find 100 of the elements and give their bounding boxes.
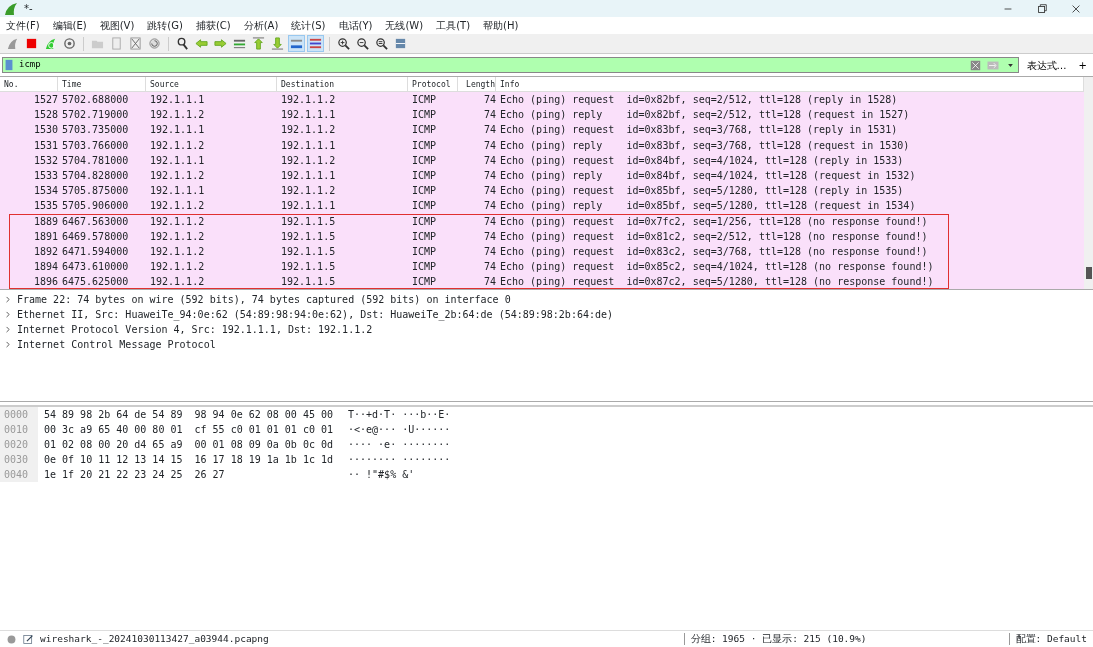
table-cell-text: 192.1.1.2 <box>280 184 337 199</box>
table-cell-text: 1527 <box>32 93 58 108</box>
colored-lines-icon <box>309 37 322 50</box>
table-cell-text: 6471.594000 <box>61 244 130 259</box>
table-cell-text: 74 <box>482 214 496 229</box>
table-cell-text: 1532 <box>32 153 58 168</box>
packet-row[interactable]: 1530 5703.735000 192.1.1.1 192.1.1.2 ICMP 74 Echo (ping) request id=0x83bf, seq=3/768, ttl=128 (reply in 1531) <box>0 122 1084 138</box>
add-filter-button[interactable]: + <box>1074 57 1091 73</box>
table-cell-text: Echo (ping) request id=0x87c2, seq=5/1280, ttl=128 (no response found!) <box>499 275 935 289</box>
table-cell-text: 192.1.1.2 <box>280 123 337 138</box>
scroll-list-button[interactable] <box>288 35 305 52</box>
expression-button[interactable]: 表达式… <box>1022 57 1071 73</box>
column-header[interactable]: No. <box>0 77 58 91</box>
hex-bytes: 1e 1f 20 21 22 23 24 25 26 27 <box>43 468 226 482</box>
table-cell-text: 1892 <box>32 244 58 259</box>
packet-row[interactable]: 1527 5702.688000 192.1.1.1 192.1.1.2 ICMP 74 Echo (ping) request id=0x82bf, seq=2/512, ttl=128 (reply in 1528) <box>0 92 1084 108</box>
close-file-icon <box>129 37 142 50</box>
menu-item[interactable]: 分析(A) <box>243 18 286 33</box>
table-cell-text: 5705.875000 <box>61 184 130 199</box>
detail-item[interactable]: Internet Protocol Version 4, Src: 192.1.1.1, Dst: 192.1.1.2 <box>17 322 373 337</box>
table-cell-text: Echo (ping) request id=0x82bf, seq=2/512, ttl=128 (reply in 1528) <box>499 93 899 108</box>
menu-item[interactable]: 视图(V) <box>99 18 142 33</box>
detail-item[interactable]: Internet Control Message Protocol <box>17 337 216 352</box>
resize-columns-icon <box>394 37 407 50</box>
menu-item[interactable]: 帮助(H) <box>483 18 526 33</box>
table-cell-text: Echo (ping) request id=0x85c2, seq=4/1024, ttl=128 (no response found!) <box>499 260 935 275</box>
ascii-text: ···· ·e· ········ <box>348 438 451 452</box>
menu-item[interactable]: 跳转(G) <box>147 18 190 33</box>
colored-lines-button[interactable] <box>307 35 324 52</box>
table-cell-text: 192.1.1.2 <box>149 260 206 275</box>
hex-bytes: 54 89 98 2b 64 de 54 89 98 94 0e 62 08 00 45 00 <box>43 408 334 422</box>
table-cell-text: 192.1.1.5 <box>280 275 337 289</box>
menu-item[interactable]: 无线(W) <box>385 18 431 33</box>
table-cell-text: 74 <box>482 138 496 153</box>
detail-item[interactable]: Ethernet II, Src: HuaweiTe_94:0e:62 (54:89:98:94:0e:62), Dst: HuaweiTe_2b:64:de (54:89:98:2b:64:de) <box>17 307 614 322</box>
window-title: *- <box>24 2 33 16</box>
menu-item[interactable]: 统计(S) <box>291 18 333 33</box>
packet-row[interactable]: 1535 5705.906000 192.1.1.2 192.1.1.1 ICMP 74 Echo (ping) reply id=0x85bf, seq=5/1280, ttl=128 (request in 1534) <box>0 198 1084 214</box>
table-cell-text: 1534 <box>32 184 58 199</box>
table-cell-text: ICMP <box>411 153 438 168</box>
table-cell-text: ICMP <box>411 123 438 138</box>
table-cell-text: 192.1.1.2 <box>149 214 206 229</box>
table-cell-text: ICMP <box>411 108 438 123</box>
filter-input[interactable]: icmp <box>15 58 970 72</box>
table-cell-text: 192.1.1.5 <box>280 244 337 259</box>
column-header[interactable]: Destination <box>277 77 408 91</box>
table-cell-text: 192.1.1.1 <box>280 108 337 123</box>
ascii-text: ·· !"#$% &' <box>348 468 415 482</box>
table-cell-text: 5702.688000 <box>61 93 130 108</box>
packet-row[interactable]: 1894 6473.610000 192.1.1.2 192.1.1.5 ICMP 74 Echo (ping) request id=0x85c2, seq=4/1024, ttl=128 (no response found!) <box>0 259 1084 275</box>
table-cell-text: Echo (ping) request id=0x81c2, seq=2/512, ttl=128 (no response found!) <box>499 229 929 244</box>
filter-field[interactable]: icmp <box>2 57 1019 73</box>
packet-row[interactable]: 1534 5705.875000 192.1.1.1 192.1.1.2 ICMP 74 Echo (ping) request id=0x85bf, seq=5/1280, ttl=128 (reply in 1535) <box>0 183 1084 199</box>
menu-item[interactable]: 工具(T) <box>436 18 478 33</box>
table-cell-text: Echo (ping) reply id=0x83bf, seq=3/768, ttl=128 (request in 1530) <box>499 138 911 153</box>
table-cell-text: 5703.735000 <box>61 123 130 138</box>
column-header[interactable]: Protocol <box>408 77 458 91</box>
table-cell-text: Echo (ping) reply id=0x82bf, seq=2/512, ttl=128 (request in 1527) <box>499 108 911 123</box>
column-header[interactable]: Source <box>146 77 277 91</box>
menu-item[interactable]: 编辑(E) <box>52 18 94 33</box>
table-cell-text: 74 <box>482 108 496 123</box>
table-cell-text: 1530 <box>32 123 58 138</box>
table-cell-text: 5703.766000 <box>61 138 130 153</box>
up-arrow-icon <box>252 37 265 50</box>
reload-icon <box>148 37 161 50</box>
packet-row[interactable]: 1528 5702.719000 192.1.1.2 192.1.1.1 ICMP 74 Echo (ping) reply id=0x82bf, seq=2/512, ttl=128 (request in 1527) <box>0 107 1084 123</box>
menu-item[interactable]: 捕获(C) <box>195 18 238 33</box>
table-cell-text: Echo (ping) reply id=0x85bf, seq=5/1280, ttl=128 (request in 1534) <box>499 199 917 214</box>
table-cell-text: 74 <box>482 184 496 199</box>
down-arrow-button[interactable] <box>269 35 286 52</box>
table-cell-text: 192.1.1.1 <box>149 153 206 168</box>
table-cell-text: ICMP <box>411 199 438 214</box>
zoom-reset-button[interactable] <box>373 35 390 52</box>
table-cell-text: 1896 <box>32 275 58 289</box>
table-cell-text: ICMP <box>411 214 438 229</box>
detail-item[interactable]: Frame 22: 74 bytes on wire (592 bits), 74 bytes captured (592 bits) on interface 0 <box>17 292 511 307</box>
table-cell-text: 74 <box>482 244 496 259</box>
table-cell-text: 192.1.1.2 <box>280 153 337 168</box>
table-cell-text: 1894 <box>32 260 58 275</box>
table-cell-text: Echo (ping) request id=0x83c2, seq=3/768, ttl=128 (no response found!) <box>499 244 929 259</box>
reload-button[interactable] <box>146 35 163 52</box>
zoom-out-button[interactable] <box>354 35 371 52</box>
scrollbar-thumb[interactable] <box>1086 267 1092 279</box>
restore-icon <box>1036 2 1048 15</box>
menu-item[interactable]: 文件(F) <box>6 18 47 33</box>
hex-offset: 0000 <box>0 407 38 422</box>
table-cell-text: ICMP <box>411 138 438 153</box>
table-cell-text: 192.1.1.1 <box>280 138 337 153</box>
zoom-in-button[interactable] <box>335 35 352 52</box>
table-cell-text: 192.1.1.2 <box>149 169 206 184</box>
up-arrow-button[interactable] <box>250 35 267 52</box>
hex-bytes: 0e 0f 10 11 12 13 14 15 16 17 18 19 1a 1b 1c 1d <box>43 453 334 467</box>
zoom-in-icon <box>337 37 350 50</box>
menu-item[interactable]: 电话(Y) <box>338 18 380 33</box>
column-header[interactable]: Time <box>58 77 146 91</box>
column-header[interactable]: Length <box>458 77 496 91</box>
table-cell-text: 74 <box>482 275 496 289</box>
bookmark-icon <box>3 59 15 71</box>
close-file-button[interactable] <box>127 35 144 52</box>
edit-comment-icon <box>23 633 34 645</box>
